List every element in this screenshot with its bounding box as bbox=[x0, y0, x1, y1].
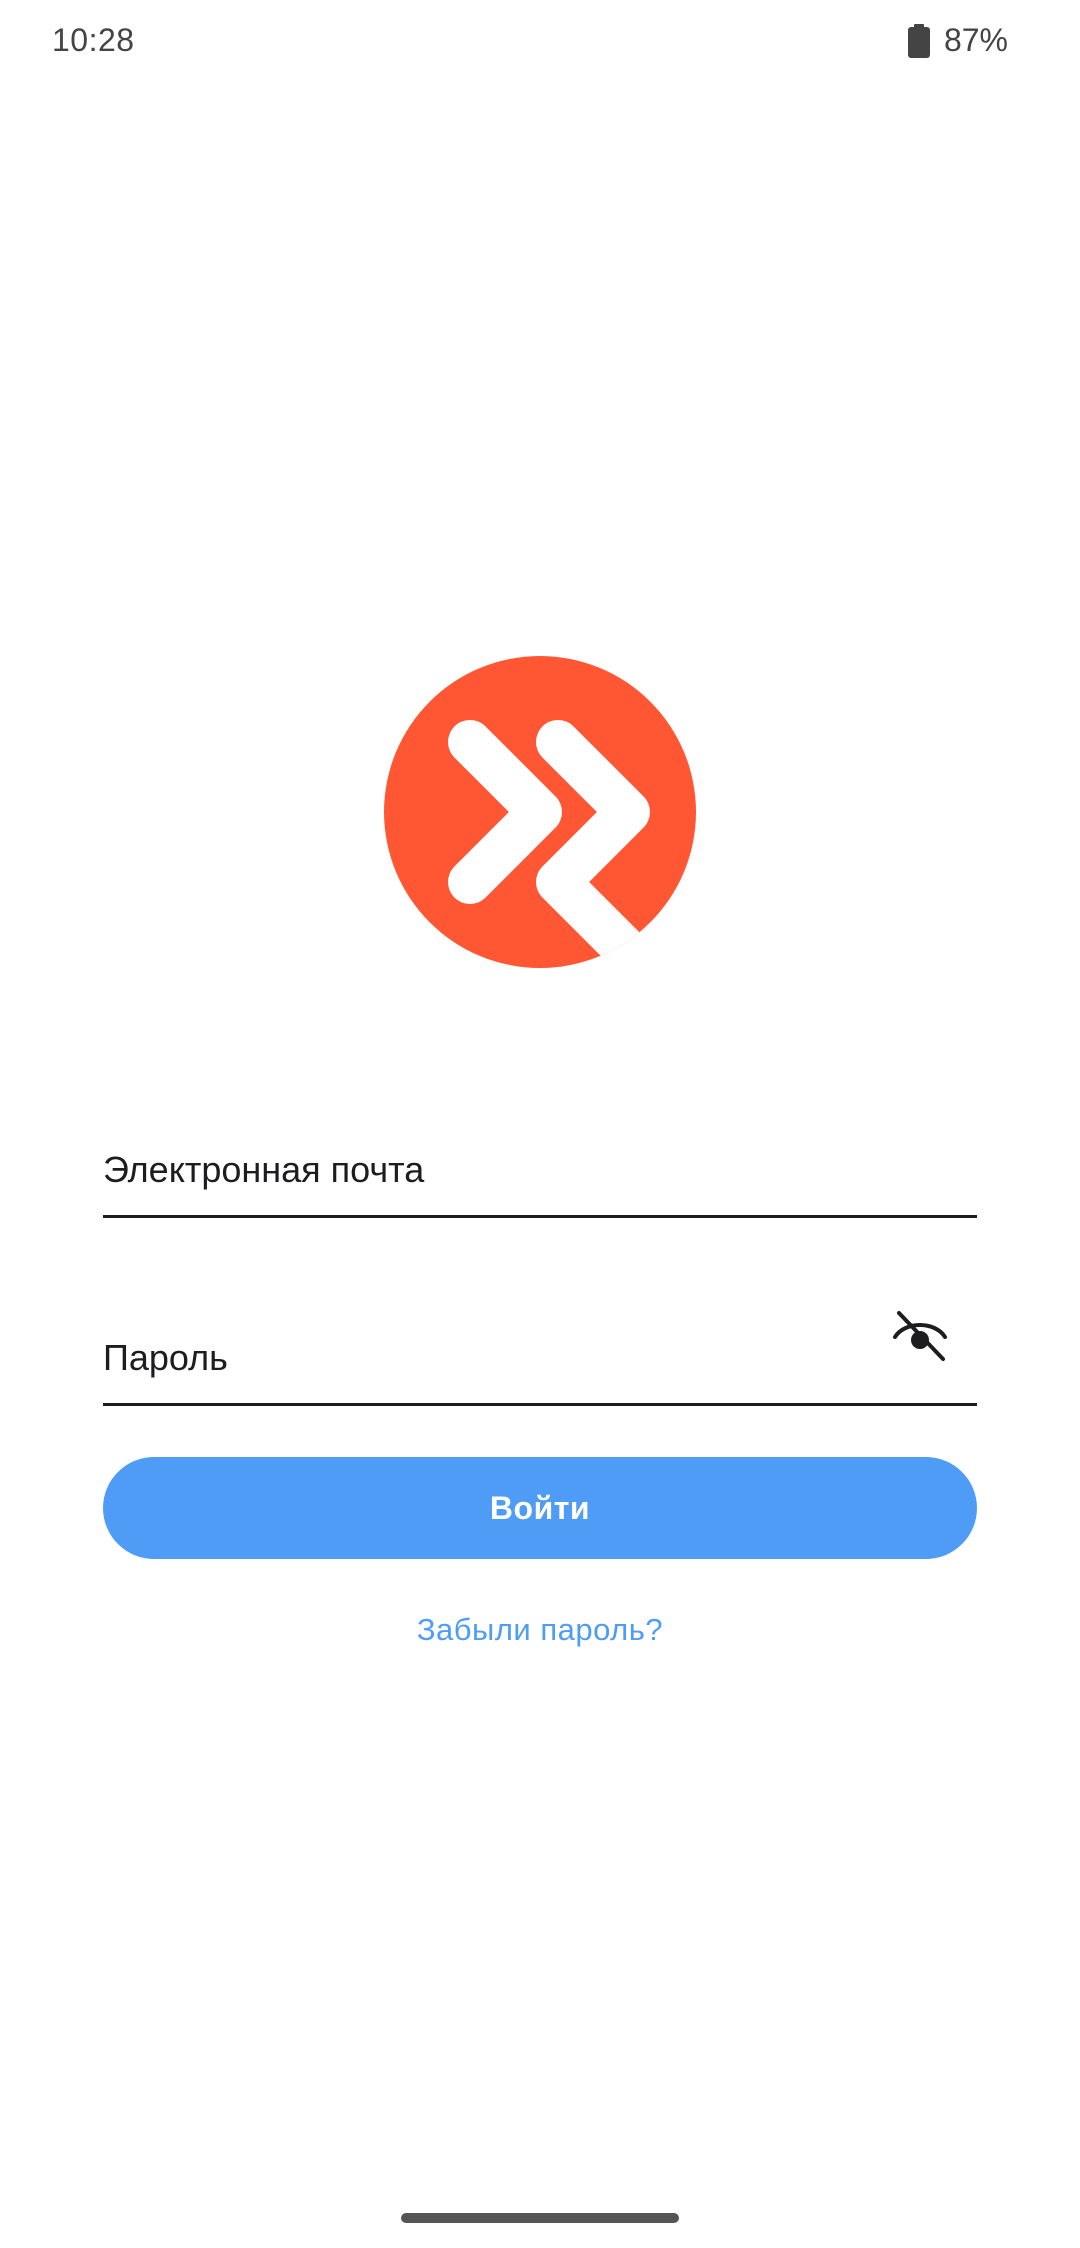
battery-icon bbox=[907, 23, 930, 58]
status-indicators: 87% bbox=[907, 22, 1008, 59]
eye-off-icon[interactable] bbox=[891, 1307, 949, 1365]
email-field[interactable] bbox=[103, 1118, 977, 1218]
password-field[interactable] bbox=[103, 1306, 977, 1406]
forgot-password-link[interactable]: Забыли пароль? bbox=[0, 1612, 1080, 1648]
home-indicator[interactable] bbox=[401, 2213, 679, 2223]
email-input[interactable] bbox=[103, 1149, 863, 1191]
double-chevron-logo-icon bbox=[384, 656, 696, 968]
battery-percent: 87% bbox=[943, 22, 1008, 58]
app-logo bbox=[384, 656, 696, 968]
status-time: 10:28 bbox=[52, 22, 135, 58]
status-bar: 10:28 87% bbox=[0, 0, 1080, 90]
password-input[interactable] bbox=[103, 1337, 863, 1379]
login-button[interactable]: Войти bbox=[103, 1457, 977, 1559]
